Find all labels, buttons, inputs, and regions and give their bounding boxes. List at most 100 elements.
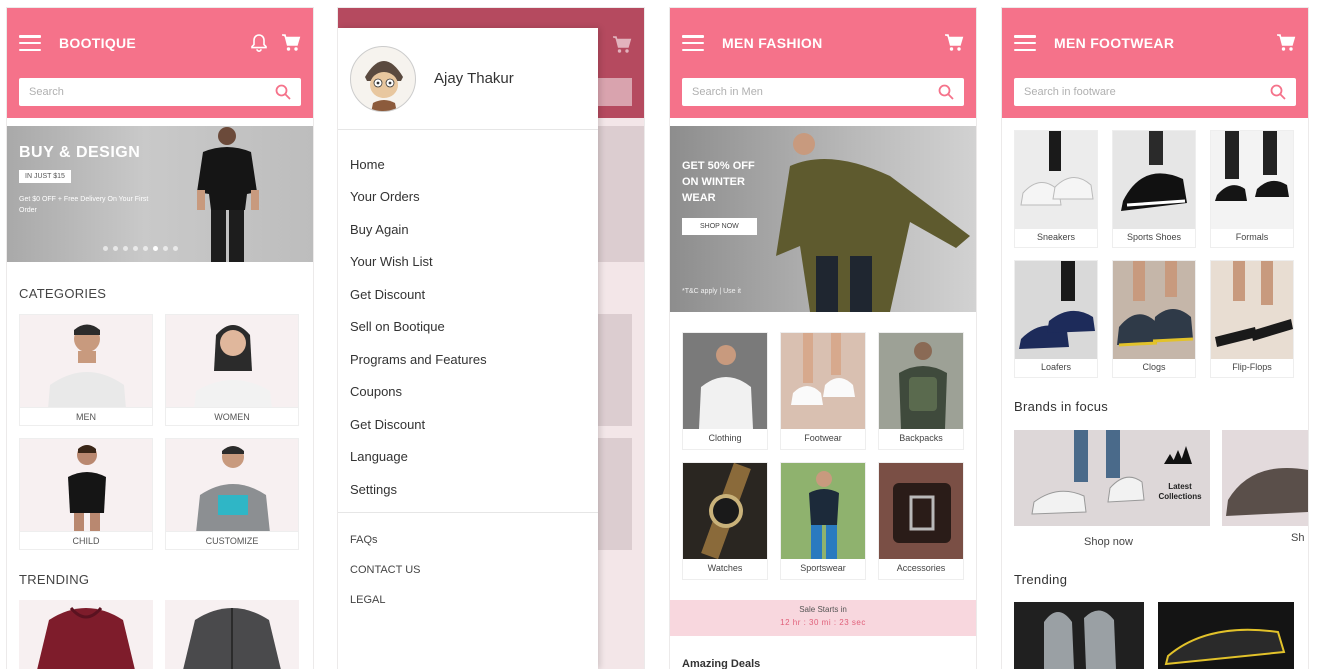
shop-now-link-partial[interactable]: Sh xyxy=(1291,532,1304,544)
model-image xyxy=(776,133,970,312)
menu-item-contact[interactable]: CONTACT US xyxy=(338,555,598,585)
tile-sports-shoes[interactable]: Sports Shoes xyxy=(1112,130,1196,248)
menu-item-buy-again[interactable]: Buy Again xyxy=(338,213,598,246)
tile-loafers[interactable]: Loafers xyxy=(1014,260,1098,378)
menu-item-home[interactable]: Home xyxy=(338,148,598,181)
hero-banner[interactable]: GET 50% OFF ON WINTER WEAR SHOP NOW *T&C… xyxy=(670,126,976,312)
brand-card[interactable] xyxy=(1222,430,1308,526)
search-input[interactable] xyxy=(1024,86,1270,98)
men-footwear-screen: MEN FOOTWEAR Sneakers Sports Shoes Forma… xyxy=(1002,8,1308,669)
tile-watches[interactable]: Watches xyxy=(682,462,768,580)
jacket-image xyxy=(183,608,281,669)
search-input[interactable] xyxy=(692,86,938,98)
tile-label: Clothing xyxy=(708,433,742,443)
footwear-image xyxy=(781,333,865,429)
carousel-dots[interactable] xyxy=(103,246,178,251)
shop-now-button[interactable]: SHOP NOW xyxy=(682,218,757,235)
menu-item-legal[interactable]: LEGAL xyxy=(338,585,598,615)
search-icon[interactable] xyxy=(1270,84,1286,100)
app-title: BOOTIQUE xyxy=(59,35,137,51)
tile-label: Sportswear xyxy=(800,563,846,573)
dimmed-banner xyxy=(598,126,644,262)
hoodie-image xyxy=(37,607,135,669)
menu-icon[interactable] xyxy=(682,35,704,51)
brands-title: Brands in focus xyxy=(1014,399,1109,414)
tile-sneakers[interactable]: Sneakers xyxy=(1014,130,1098,248)
search-icon[interactable] xyxy=(275,84,291,100)
tile-label: Accessories xyxy=(896,563,946,573)
backpacks-image xyxy=(879,333,963,429)
tile-clogs[interactable]: Clogs xyxy=(1112,260,1196,378)
women-image xyxy=(194,325,272,409)
menu-item-sell[interactable]: Sell on Bootique xyxy=(338,311,598,344)
trending-shoe-image xyxy=(1014,602,1144,669)
menu-item-settings[interactable]: Settings xyxy=(338,473,598,506)
tile-backpacks[interactable]: Backpacks xyxy=(878,332,964,450)
menu-item-programs[interactable]: Programs and Features xyxy=(338,343,598,376)
category-label: MEN xyxy=(20,407,152,425)
trending-item[interactable] xyxy=(19,600,153,669)
menu-item-faqs[interactable]: FAQs xyxy=(338,525,598,555)
hero-title: GET 50% OFF ON WINTER WEAR xyxy=(682,160,755,204)
menu-item-get-discount-2[interactable]: Get Discount xyxy=(338,408,598,441)
tile-accessories[interactable]: Accessories xyxy=(878,462,964,580)
shop-now-link[interactable]: Shop now xyxy=(1084,536,1133,548)
search-bar xyxy=(19,78,301,106)
tile-flip-flops[interactable]: Flip-Flops xyxy=(1210,260,1294,378)
tile-label: Formals xyxy=(1235,232,1269,242)
menu-item-coupons[interactable]: Coupons xyxy=(338,376,598,409)
dimmed-tile xyxy=(598,438,632,550)
tile-sportswear[interactable]: Sportswear xyxy=(780,462,866,580)
search-input[interactable] xyxy=(29,86,275,98)
user-name: Ajay Thakur xyxy=(434,70,514,87)
menu-item-your-orders[interactable]: Your Orders xyxy=(338,181,598,214)
menu-icon[interactable] xyxy=(19,35,41,51)
profile-header[interactable]: Ajay Thakur xyxy=(338,28,598,130)
menu-item-get-discount[interactable]: Get Discount xyxy=(338,278,598,311)
brand-image xyxy=(1222,430,1308,526)
menu-item-wish-list[interactable]: Your Wish List xyxy=(338,246,598,279)
brand-card[interactable]: Latest Collections xyxy=(1014,430,1210,526)
hero-title: BUY & DESIGN xyxy=(19,144,141,161)
bell-icon[interactable] xyxy=(251,34,267,52)
tile-label: Loafers xyxy=(1040,362,1072,372)
menu-item-language[interactable]: Language xyxy=(338,441,598,474)
cart-icon[interactable] xyxy=(944,34,964,52)
tile-formals[interactable]: Formals xyxy=(1210,130,1294,248)
tile-footwear[interactable]: Footwear xyxy=(780,332,866,450)
sports-shoes-image xyxy=(1113,131,1195,229)
category-customize[interactable]: CUSTOMIZE xyxy=(165,438,299,550)
brand-image xyxy=(1014,430,1210,526)
sale-title: Sale Starts in xyxy=(799,605,847,614)
accessories-image xyxy=(879,463,963,559)
sneakers-image xyxy=(1015,131,1097,229)
cart-icon[interactable] xyxy=(281,34,301,52)
tile-label: Footwear xyxy=(804,433,842,443)
tile-label: Sports Shoes xyxy=(1126,232,1182,242)
model-image xyxy=(197,127,259,262)
category-men[interactable]: MEN xyxy=(19,314,153,426)
menu-icon[interactable] xyxy=(1014,35,1036,51)
category-child[interactable]: CHILD xyxy=(19,438,153,550)
cart-icon xyxy=(612,36,632,54)
loafers-image xyxy=(1015,261,1097,359)
page-title: MEN FOOTWEAR xyxy=(1054,35,1175,51)
deals-title: Amazing Deals xyxy=(682,658,761,669)
hero-subtitle: Get $0 OFF + Free Delivery On Your First… xyxy=(19,196,149,214)
formals-image xyxy=(1211,131,1293,229)
clogs-image xyxy=(1113,261,1195,359)
home-screen: BOOTIQUE BUY & DESIGN IN JUST $15 Get $0… xyxy=(7,8,313,669)
app-bar: BOOTIQUE xyxy=(7,8,313,118)
child-image xyxy=(68,445,106,533)
trending-title: TRENDING xyxy=(19,572,90,587)
hero-tag: IN JUST $15 xyxy=(19,170,71,183)
tile-clothing[interactable]: Clothing xyxy=(682,332,768,450)
category-women[interactable]: WOMEN xyxy=(165,314,299,426)
trending-item[interactable] xyxy=(165,600,299,669)
categories-title: CATEGORIES xyxy=(19,286,107,301)
search-icon[interactable] xyxy=(938,84,954,100)
cart-icon[interactable] xyxy=(1276,34,1296,52)
trending-item[interactable] xyxy=(1158,602,1294,669)
hero-banner[interactable]: BUY & DESIGN IN JUST $15 Get $0 OFF + Fr… xyxy=(7,126,313,262)
trending-item[interactable] xyxy=(1014,602,1144,669)
